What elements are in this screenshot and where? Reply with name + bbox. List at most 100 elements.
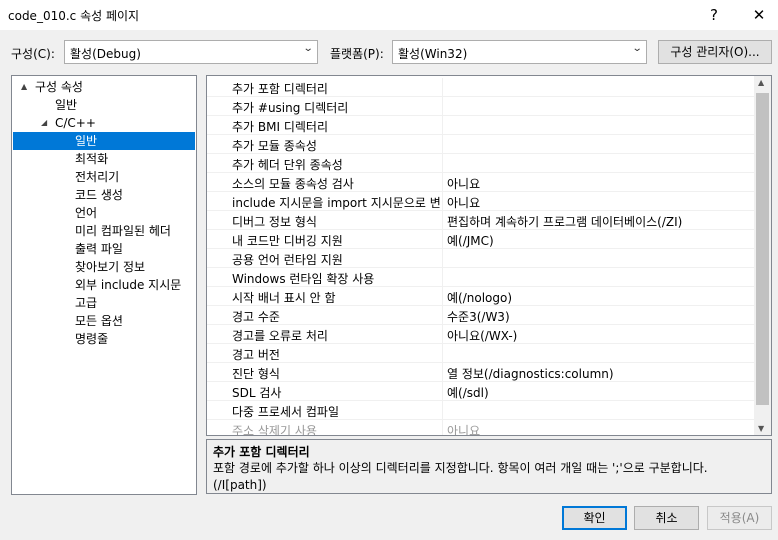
property-name: 내 코드만 디버깅 지원 (232, 234, 343, 248)
property-name: 추가 헤더 단위 종속성 (232, 158, 343, 172)
tree-item[interactable]: 코드 생성 (13, 186, 195, 204)
property-row[interactable]: 공용 언어 런타임 지원 (207, 249, 755, 268)
tree-item[interactable]: ▲ 구성 속성 (13, 78, 195, 96)
property-row[interactable]: 시작 배너 표시 안 함 예(/nologo) (207, 287, 755, 306)
property-row[interactable]: 진단 형식 열 정보(/diagnostics:column) (207, 363, 755, 382)
tree-item-label: 고급 (75, 296, 98, 310)
tree-item[interactable]: 미리 컴파일된 헤더 (13, 222, 195, 240)
column-divider (442, 268, 443, 287)
apply-button[interactable]: 적용(A) (707, 506, 772, 530)
property-row[interactable]: 디버그 정보 형식 편집하며 계속하기 프로그램 데이터베이스(/ZI) (207, 211, 755, 230)
property-value[interactable]: 아니요 (447, 175, 480, 192)
property-row[interactable]: 경고를 오류로 처리 아니요(/WX-) (207, 325, 755, 344)
property-row[interactable]: 추가 모듈 종속성 (207, 135, 755, 154)
description-panel: 추가 포함 디렉터리 포함 경로에 추가할 하나 이상의 디렉터리를 지정합니다… (206, 439, 772, 494)
tree-item-label: 미리 컴파일된 헤더 (75, 224, 171, 238)
tree-item[interactable]: 언어 (13, 204, 195, 222)
column-divider (442, 211, 443, 230)
property-row[interactable]: 경고 수준 수준3(/W3) (207, 306, 755, 325)
property-value[interactable]: 예(/sdl) (447, 384, 489, 401)
tree-item[interactable]: 전처리기 (13, 168, 195, 186)
tree-item-label: 일반 (55, 98, 78, 112)
property-name: 추가 포함 디렉터리 (232, 82, 328, 96)
window-title: code_010.c 속성 페이지 (8, 9, 140, 23)
property-value[interactable]: 예(/nologo) (447, 289, 512, 306)
column-divider (442, 344, 443, 363)
tree-item-label: C/C++ (55, 116, 96, 130)
property-name: 주소 삭제기 사용 (232, 424, 317, 436)
property-name: include 지시문을 import 지시문으로 변 (232, 196, 441, 210)
property-name: 진단 형식 (232, 367, 280, 381)
property-value[interactable]: 편집하며 계속하기 프로그램 데이터베이스(/ZI) (447, 213, 682, 230)
property-name: 공용 언어 런타임 지원 (232, 253, 343, 267)
tree-item[interactable]: 고급 (13, 294, 195, 312)
expander-icon[interactable]: ▲ (21, 78, 27, 96)
scroll-down-icon[interactable]: ▼ (758, 424, 764, 433)
property-row[interactable]: 추가 헤더 단위 종속성 (207, 154, 755, 173)
platform-combo[interactable]: 활성(Win32) ⌄ (392, 40, 647, 64)
property-row[interactable]: include 지시문을 import 지시문으로 변 아니요 (207, 192, 755, 211)
help-button[interactable]: ? (692, 0, 736, 30)
column-divider (442, 306, 443, 325)
column-divider (442, 173, 443, 192)
property-row[interactable]: Windows 런타임 확장 사용 (207, 268, 755, 287)
property-row[interactable]: 추가 포함 디렉터리 (207, 78, 755, 97)
column-divider (442, 135, 443, 154)
tree-item[interactable]: 일반 (13, 132, 195, 150)
tree-item[interactable]: ◢ C/C++ (13, 114, 195, 132)
config-combo[interactable]: 활성(Debug) ⌄ (64, 40, 318, 64)
vertical-scrollbar[interactable]: ▲ ▼ (754, 76, 771, 435)
property-name: Windows 런타임 확장 사용 (232, 272, 375, 286)
property-row[interactable]: 내 코드만 디버깅 지원 예(/JMC) (207, 230, 755, 249)
property-value[interactable]: 예(/JMC) (447, 232, 494, 249)
tree-item-label: 모든 옵션 (75, 314, 123, 328)
property-value[interactable]: 아니요 (447, 422, 480, 435)
column-divider (442, 401, 443, 420)
property-row[interactable]: 다중 프로세서 컴파일 (207, 401, 755, 420)
property-row[interactable]: 경고 버전 (207, 344, 755, 363)
scroll-up-icon[interactable]: ▲ (758, 78, 764, 87)
tree-item[interactable]: 모든 옵션 (13, 312, 195, 330)
property-value[interactable]: 아니요(/WX-) (447, 327, 517, 344)
tree-item[interactable]: 찾아보기 정보 (13, 258, 195, 276)
property-grid[interactable]: 추가 포함 디렉터리추가 #using 디렉터리추가 BMI 디렉터리추가 모듈… (206, 75, 772, 436)
column-divider (442, 249, 443, 268)
property-name: 추가 BMI 디렉터리 (232, 120, 328, 134)
property-row[interactable]: 소스의 모듈 종속성 검사 아니요 (207, 173, 755, 192)
property-name: 추가 모듈 종속성 (232, 139, 317, 153)
description-title: 추가 포함 디렉터리 (213, 445, 310, 459)
property-row[interactable]: 주소 삭제기 사용 아니요 (207, 420, 755, 436)
property-name: 다중 프로세서 컴파일 (232, 405, 339, 419)
tree-item[interactable]: 일반 (13, 96, 195, 114)
tree-item[interactable]: 최적화 (13, 150, 195, 168)
tree-item-label: 코드 생성 (75, 188, 123, 202)
tree-item[interactable]: 외부 include 지시문 (13, 276, 195, 294)
column-divider (442, 363, 443, 382)
property-value[interactable]: 수준3(/W3) (447, 308, 510, 325)
title-bar: code_010.c 속성 페이지 ? ✕ (0, 0, 778, 30)
scrollbar-thumb[interactable] (756, 93, 769, 405)
column-divider (442, 230, 443, 249)
property-name: 디버그 정보 형식 (232, 215, 317, 229)
property-row[interactable]: 추가 #using 디렉터리 (207, 97, 755, 116)
property-value[interactable]: 열 정보(/diagnostics:column) (447, 365, 614, 382)
column-divider (442, 420, 443, 435)
tree-item-label: 구성 속성 (35, 80, 83, 94)
property-row[interactable]: SDL 검사 예(/sdl) (207, 382, 755, 401)
tree-item[interactable]: 출력 파일 (13, 240, 195, 258)
config-label: 구성(C): (11, 47, 55, 61)
tree-item[interactable]: 명령줄 (13, 330, 195, 348)
close-button[interactable]: ✕ (737, 0, 778, 30)
property-row[interactable]: 추가 BMI 디렉터리 (207, 116, 755, 135)
tree-item-label: 최적화 (75, 152, 109, 166)
config-manager-button[interactable]: 구성 관리자(O)... (658, 40, 772, 64)
expander-icon[interactable]: ◢ (41, 114, 47, 132)
cancel-button[interactable]: 취소 (634, 506, 699, 530)
column-divider (442, 192, 443, 211)
chevron-down-icon: ⌄ (302, 43, 314, 54)
platform-value: 활성(Win32) (398, 47, 468, 61)
ok-button[interactable]: 확인 (562, 506, 627, 530)
property-value[interactable]: 아니요 (447, 194, 480, 211)
property-name: 추가 #using 디렉터리 (232, 101, 349, 115)
property-tree[interactable]: ▲ 구성 속성 일반 ◢ C/C++ 일반 최적화 전처리기 코드 생성 언어 미리 컴파일된 헤더… (11, 75, 197, 495)
